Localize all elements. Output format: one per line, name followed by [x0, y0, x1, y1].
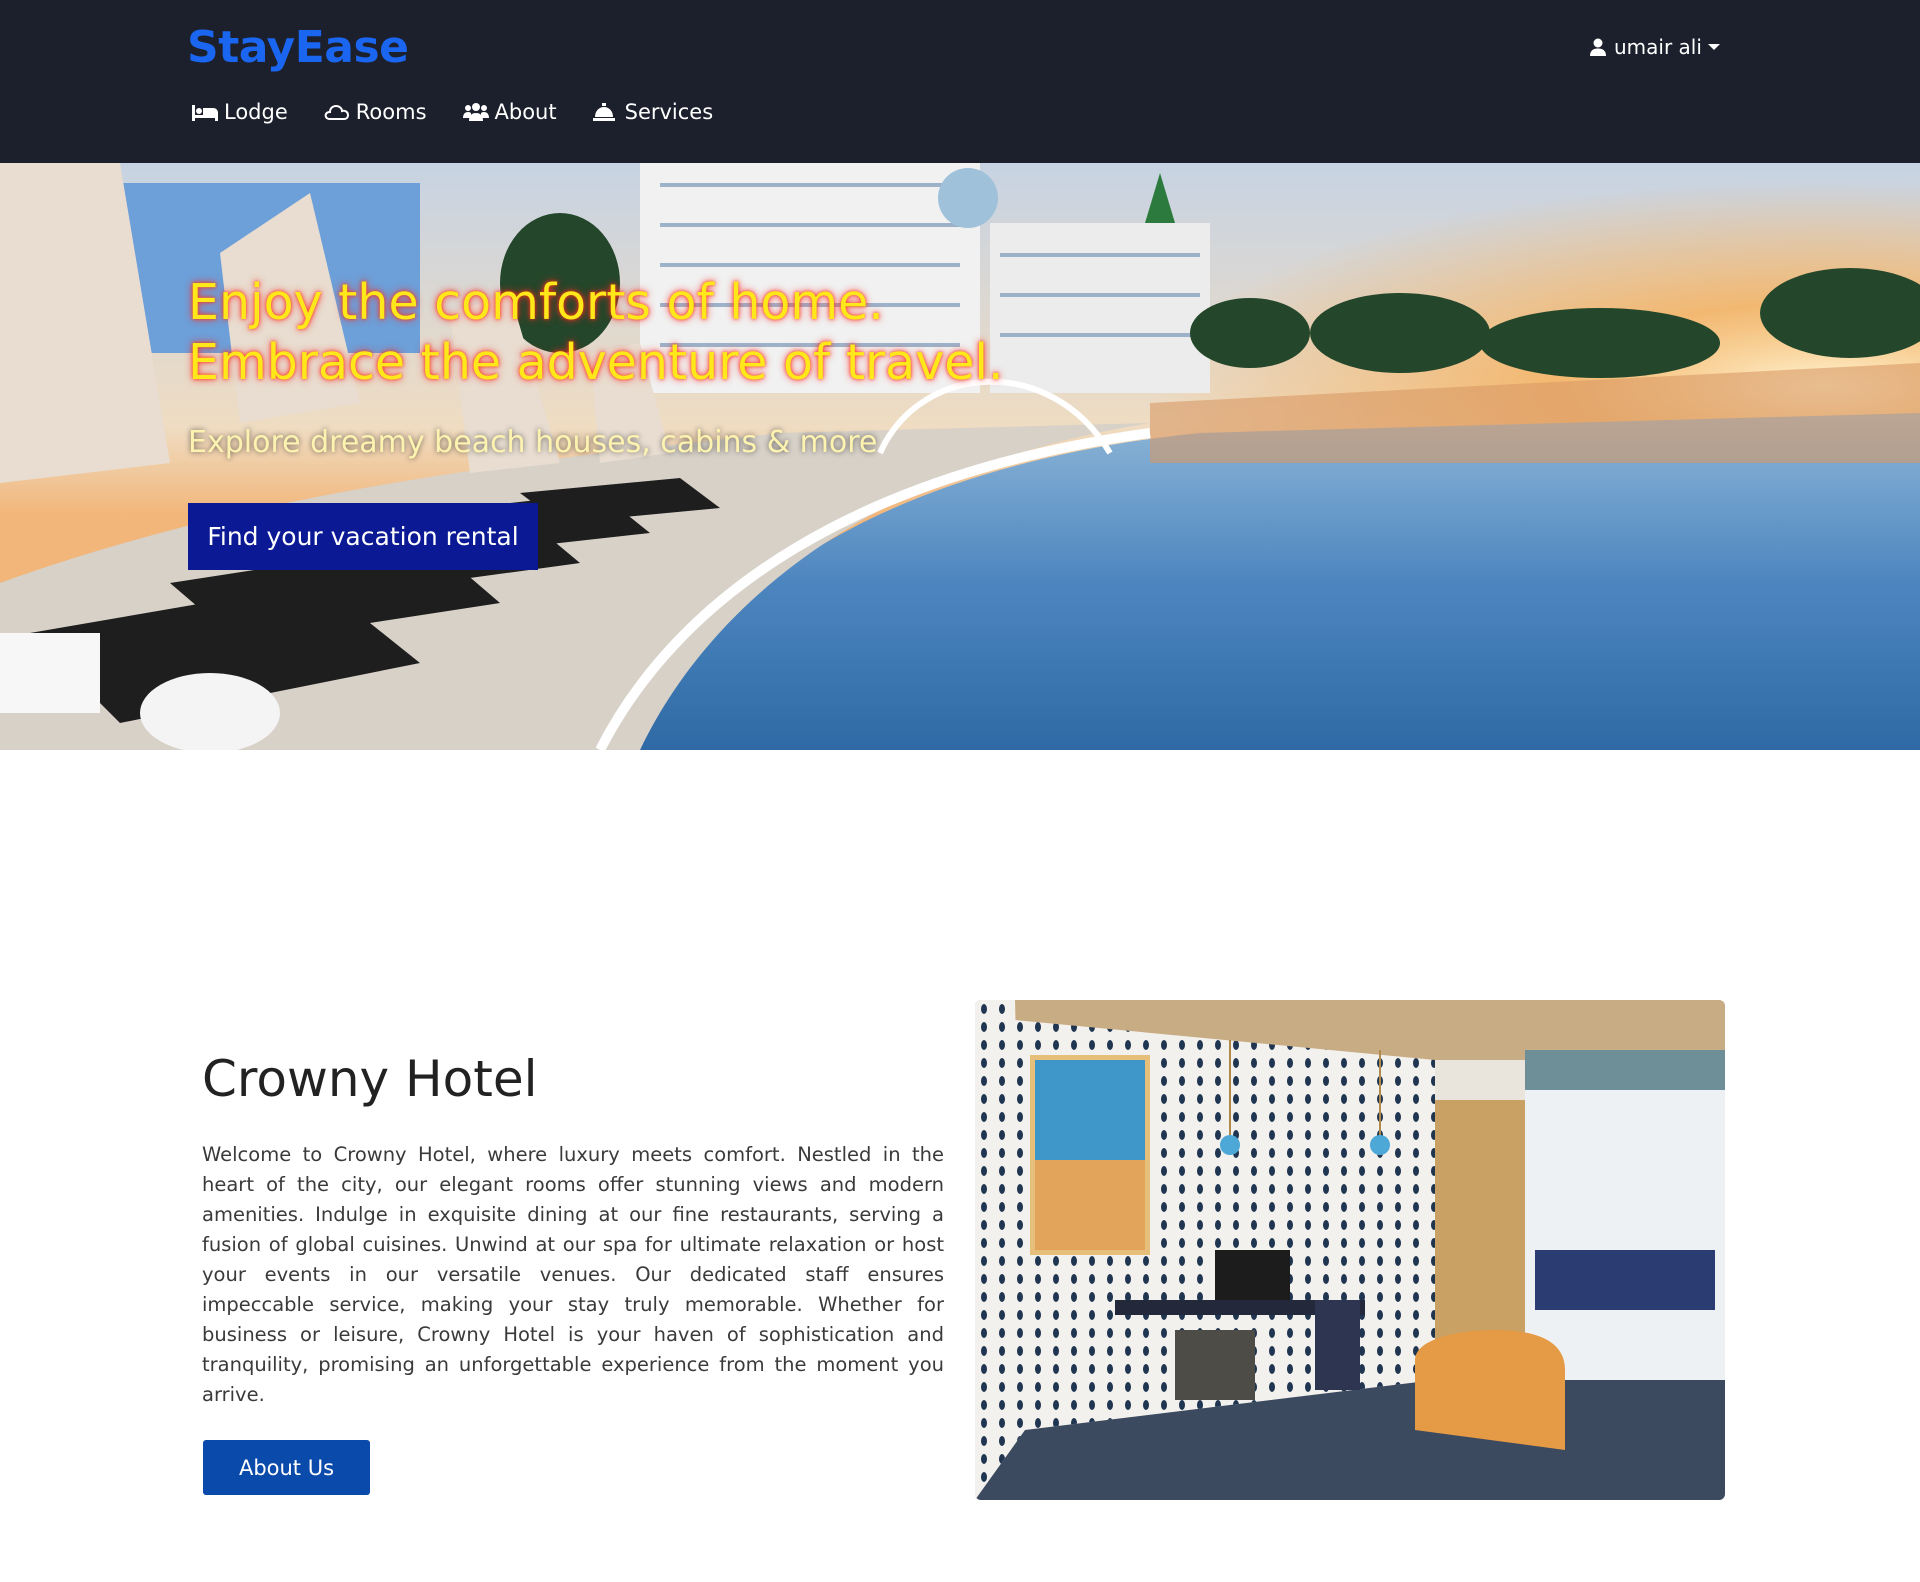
find-rental-button[interactable]: Find your vacation rental: [188, 503, 538, 570]
nav-link-lodge[interactable]: Lodge: [192, 100, 288, 124]
nav-link-label: Services: [624, 100, 714, 124]
bed-icon: [192, 101, 218, 123]
hero-subtitle: Explore dreamy beach houses, cabins & mo…: [188, 425, 878, 460]
navbar: StayEase umair ali Lodge Rooms About Ser…: [0, 0, 1920, 163]
chevron-down-icon: [1707, 44, 1720, 50]
nav-link-rooms[interactable]: Rooms: [324, 100, 427, 124]
hotel-lobby-image: [975, 1000, 1725, 1500]
brand-logo[interactable]: StayEase: [187, 22, 409, 73]
hero-title-line2: Embrace the adventure of travel.: [188, 334, 1004, 391]
hero-title: Enjoy the comforts of home. Embrace the …: [188, 273, 1004, 393]
hero-title-line1: Enjoy the comforts of home.: [188, 274, 884, 331]
user-menu-dropdown[interactable]: umair ali: [1588, 32, 1720, 62]
hero-banner: Enjoy the comforts of home. Embrace the …: [0, 163, 1920, 750]
about-title: Crowny Hotel: [202, 1050, 538, 1108]
bell-icon: [592, 101, 619, 123]
nav-link-services[interactable]: Services: [592, 100, 714, 124]
nav-link-label: Rooms: [355, 100, 427, 124]
about-description: Welcome to Crowny Hotel, where luxury me…: [202, 1143, 944, 1406]
user-icon: [1588, 37, 1608, 57]
nav-link-label: Lodge: [224, 100, 288, 124]
nav-link-label: About: [494, 100, 557, 124]
nav-link-about[interactable]: About: [462, 100, 557, 124]
user-name: umair ali: [1614, 35, 1702, 59]
users-icon: [462, 101, 489, 123]
cloud-icon: [324, 101, 350, 123]
main-nav: Lodge Rooms About Services: [192, 100, 713, 124]
about-us-button[interactable]: About Us: [203, 1440, 370, 1495]
